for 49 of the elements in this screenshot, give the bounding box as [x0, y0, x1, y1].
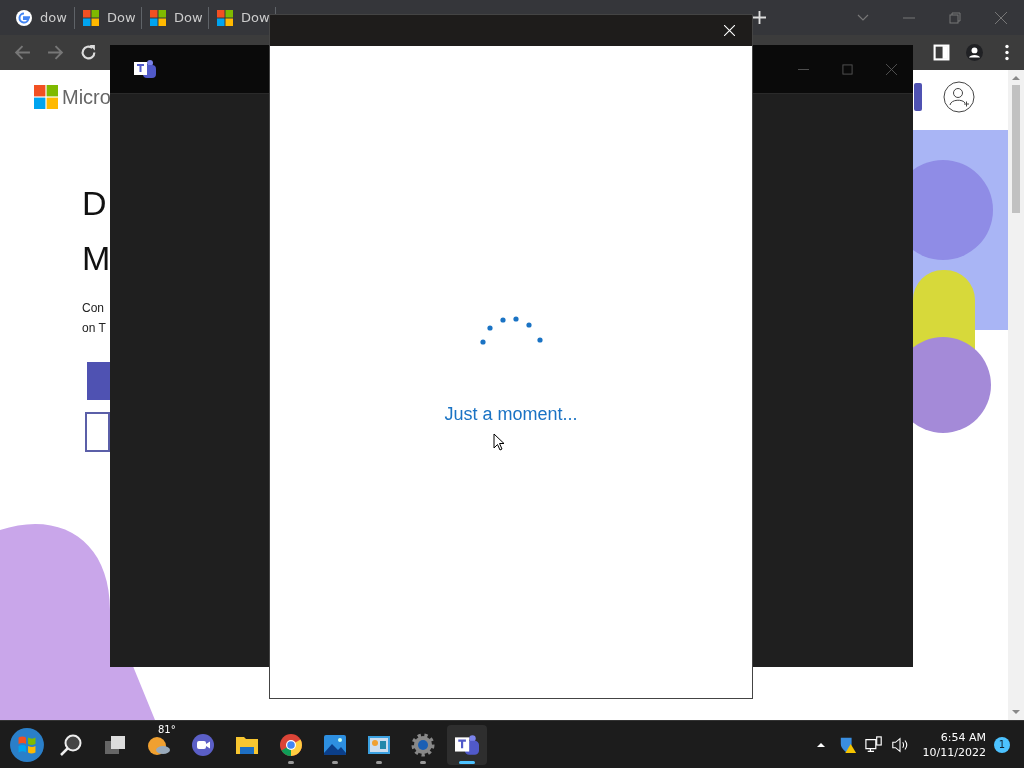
reload-icon[interactable] — [80, 44, 97, 61]
side-panel-icon[interactable] — [933, 44, 950, 61]
chrome-icon — [279, 732, 303, 757]
network-icon[interactable] — [864, 735, 883, 754]
settings-icon — [411, 732, 435, 757]
browser-tab[interactable]: Dow — [75, 6, 142, 29]
chevron-icon[interactable] — [857, 13, 869, 22]
google-icon — [16, 9, 32, 26]
scroll-up-icon[interactable] — [1012, 75, 1020, 80]
start-orb-icon — [9, 726, 45, 763]
browser-tab[interactable]: dow — [8, 6, 75, 29]
taskbar-button[interactable] — [447, 724, 487, 765]
intro-text: Con — [82, 300, 105, 317]
shield-warning-icon[interactable] — [838, 735, 857, 754]
mouse-pointer-icon — [493, 433, 505, 451]
date-text: 10/11/2022 — [922, 744, 986, 760]
scroll-down-icon[interactable] — [1012, 710, 1020, 715]
browser-tab[interactable]: Dow — [142, 6, 209, 29]
profile-icon[interactable] — [966, 44, 983, 61]
clock[interactable]: 6:54 AM 10/11/2022 — [922, 729, 986, 760]
brand-name: Micro — [62, 85, 111, 109]
photos-icon — [323, 732, 347, 757]
new-tab-icon[interactable] — [753, 11, 766, 24]
video-call-icon — [191, 732, 215, 757]
microsoft-icon — [217, 9, 233, 26]
microsoft-icon — [83, 9, 99, 26]
search-icon — [59, 732, 83, 757]
microsoft-logo-icon[interactable] — [34, 85, 58, 109]
teams-icon — [134, 59, 156, 79]
taskbar-button[interactable]: 81° — [139, 724, 179, 765]
back-icon[interactable] — [14, 44, 31, 61]
teams-icon — [455, 732, 479, 757]
time-text: 6:54 AM — [940, 729, 986, 745]
secondary-button[interactable] — [85, 412, 110, 452]
menu-icon[interactable] — [1005, 44, 1009, 61]
caret-icon[interactable] — [816, 742, 825, 747]
loading-spinner-icon — [480, 316, 543, 346]
status-text: Just a moment... — [444, 404, 578, 425]
temperature-text: 81° — [158, 723, 176, 735]
page-heading: M — [82, 238, 112, 279]
scrollbar-thumb[interactable] — [1012, 85, 1020, 213]
add-user-icon[interactable] — [943, 81, 975, 113]
page-heading: D — [82, 183, 108, 224]
intro-text: on T — [82, 320, 106, 337]
volume-icon[interactable] — [890, 735, 909, 754]
microsoft-icon — [150, 9, 166, 26]
notification-badge[interactable]: 1 — [994, 736, 1010, 753]
forward-icon[interactable] — [47, 44, 64, 61]
scrollbar[interactable] — [1008, 70, 1024, 720]
